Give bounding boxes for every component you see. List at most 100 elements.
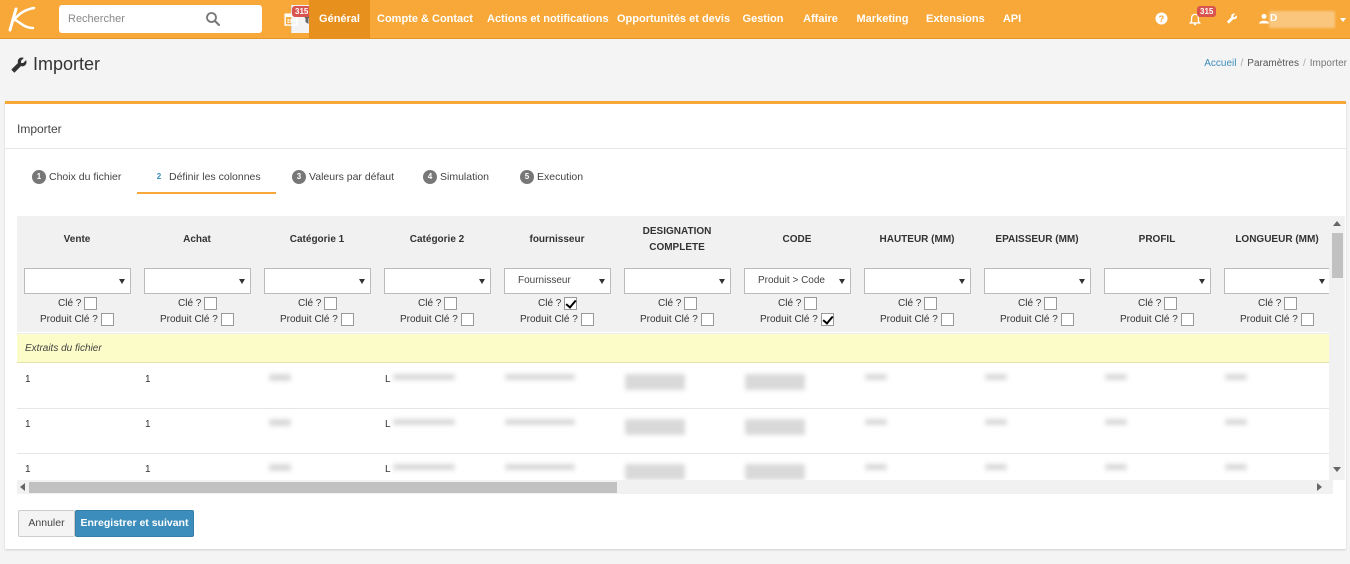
nav-gestion[interactable]: Gestion [742, 0, 784, 39]
column-code-mapping-select[interactable]: Produit > Code [744, 268, 851, 294]
column-longueur-mm-cle-checkbox[interactable] [1284, 297, 1298, 310]
save-next-button[interactable]: Enregistrer et suivant [75, 510, 194, 537]
scroll-down-icon[interactable] [1333, 467, 1341, 472]
user-name-redacted[interactable] [1269, 11, 1335, 28]
scroll-left-icon[interactable] [20, 483, 25, 491]
redacted-value [1225, 374, 1247, 380]
column-categorie-2-produit-cle-checkbox[interactable] [460, 313, 474, 326]
nav-extensions[interactable]: Extensions [926, 0, 985, 39]
nav-general[interactable]: Général [309, 0, 370, 39]
svg-text:?: ? [1159, 14, 1165, 24]
redacted-value [1105, 464, 1127, 470]
cle-checkbox-row: Clé ? [778, 297, 818, 312]
page-title-text: Importer [33, 54, 101, 74]
column-achat-cle-checkbox[interactable] [204, 297, 218, 310]
cell-achat: 1 [145, 419, 151, 430]
column-epaisseur-mm-produit-cle-checkbox[interactable] [1060, 313, 1074, 326]
app-logo[interactable] [6, 6, 36, 32]
column-code-cle-checkbox[interactable] [804, 297, 818, 310]
column-epaisseur-mm-cle-checkbox[interactable] [1044, 297, 1058, 310]
scroll-up-icon[interactable] [1333, 221, 1341, 226]
search-input[interactable] [59, 5, 204, 33]
user-icon[interactable] [1259, 13, 1269, 24]
column-categorie-2-cle-checkbox[interactable] [444, 297, 458, 310]
cancel-button[interactable]: Annuler [18, 510, 75, 537]
nav-marketing[interactable]: Marketing [856, 0, 909, 39]
column-categorie-2-mapping-select[interactable] [384, 268, 491, 294]
produit-cle-label: Produit Clé ? [400, 314, 458, 325]
redacted-value [1225, 464, 1247, 470]
redacted-value [985, 374, 1007, 380]
column-hauteur-mm-produit-cle-checkbox[interactable] [940, 313, 954, 326]
cle-checkbox-row: Clé ? [658, 297, 698, 312]
column-vente-produit-cle-checkbox[interactable] [100, 313, 114, 326]
column-designation-complete-mapping-select[interactable] [624, 268, 731, 294]
cell-vente: 1 [25, 374, 31, 385]
column-fournisseur-produit-cle-checkbox[interactable] [580, 313, 594, 326]
cle-checkbox-row: Clé ? [1138, 297, 1178, 312]
nav-compte-contact[interactable]: Compte & Contact [377, 0, 473, 39]
produit-cle-checkbox-row: Produit Clé ? [880, 313, 954, 328]
step-simulation[interactable]: 4 Simulation [423, 170, 489, 196]
column-fournisseur-mapping-select[interactable]: Fournisseur [504, 268, 611, 294]
column-achat-mapping-select[interactable] [144, 268, 251, 294]
column-designation-complete-produit-cle-checkbox[interactable] [700, 313, 714, 326]
step-choix-fichier[interactable]: 1 Choix du fichier [32, 170, 121, 196]
column-profil-mapping-select[interactable] [1104, 268, 1211, 294]
nav-affaire[interactable]: Affaire [801, 0, 840, 39]
scroll-thumb[interactable] [29, 482, 617, 493]
produit-cle-checkbox-row: Produit Clé ? [760, 313, 834, 328]
scroll-right-icon[interactable] [1317, 483, 1322, 491]
column-longueur-mm-mapping-select[interactable] [1224, 268, 1331, 294]
redacted-value [985, 419, 1007, 425]
chevron-down-icon [359, 279, 365, 284]
nav-actions-notifications[interactable]: Actions et notifications [487, 0, 609, 39]
breadcrumb-parametres[interactable]: Paramètres [1247, 58, 1299, 69]
redacted-value [985, 464, 1007, 470]
chevron-down-icon[interactable] [1340, 18, 1346, 22]
nav-api[interactable]: API [1000, 0, 1024, 39]
column-epaisseur-mm-mapping-select[interactable] [984, 268, 1091, 294]
cle-label: Clé ? [58, 298, 82, 309]
produit-cle-label: Produit Clé ? [1240, 314, 1298, 325]
wrench-icon[interactable] [1226, 12, 1238, 25]
column-vente-cle-checkbox[interactable] [84, 297, 98, 310]
cell-achat: 1 [145, 464, 151, 475]
step-valeurs-defaut[interactable]: 3 Valeurs par défaut [292, 170, 394, 196]
column-profil-cle-checkbox[interactable] [1164, 297, 1178, 310]
column-designation-complete-cle-checkbox[interactable] [684, 297, 698, 310]
column-achat-produit-cle-checkbox[interactable] [220, 313, 234, 326]
step-execution[interactable]: 5 Execution [520, 170, 583, 196]
column-vente-mapping-select[interactable] [24, 268, 131, 294]
redacted-value [1105, 419, 1127, 425]
chevron-down-icon [599, 279, 605, 284]
column-fournisseur-cle-checkbox[interactable] [564, 297, 578, 310]
column-categorie-1-mapping-select[interactable] [264, 268, 371, 294]
search-icon[interactable] [205, 11, 221, 27]
active-step-indicator [137, 192, 276, 194]
column-hauteur-mm-mapping-select[interactable] [864, 268, 971, 294]
produit-cle-checkbox-row: Produit Clé ? [400, 313, 474, 328]
column-profil-produit-cle-checkbox[interactable] [1180, 313, 1194, 326]
redacted-value [1225, 419, 1247, 425]
column-categorie-1-produit-cle-checkbox[interactable] [340, 313, 354, 326]
top-navbar: 315 Général Compte & Contact Actions et … [0, 0, 1350, 39]
search-box [59, 5, 322, 33]
cell-categorie-2: L [385, 374, 391, 385]
column-code-produit-cle-checkbox[interactable] [820, 313, 834, 326]
column-categorie-1-cle-checkbox[interactable] [324, 297, 338, 310]
column-longueur-mm-produit-cle-checkbox[interactable] [1300, 313, 1314, 326]
nav-opportunites-devis[interactable]: Opportunités et devis [617, 0, 730, 39]
produit-cle-checkbox-row: Produit Clé ? [1120, 313, 1194, 328]
redacted-value [865, 419, 887, 425]
horizontal-scrollbar[interactable] [17, 480, 1333, 494]
produit-cle-checkbox-row: Produit Clé ? [280, 313, 354, 328]
vertical-scrollbar[interactable] [1329, 216, 1345, 480]
cle-label: Clé ? [1018, 298, 1042, 309]
column-code-header: CODE [782, 234, 812, 245]
help-icon[interactable]: ? [1155, 12, 1168, 25]
scroll-thumb[interactable] [1332, 233, 1343, 278]
chevron-down-icon [959, 279, 965, 284]
column-hauteur-mm-cle-checkbox[interactable] [924, 297, 938, 310]
breadcrumb-accueil[interactable]: Accueil [1204, 58, 1236, 69]
